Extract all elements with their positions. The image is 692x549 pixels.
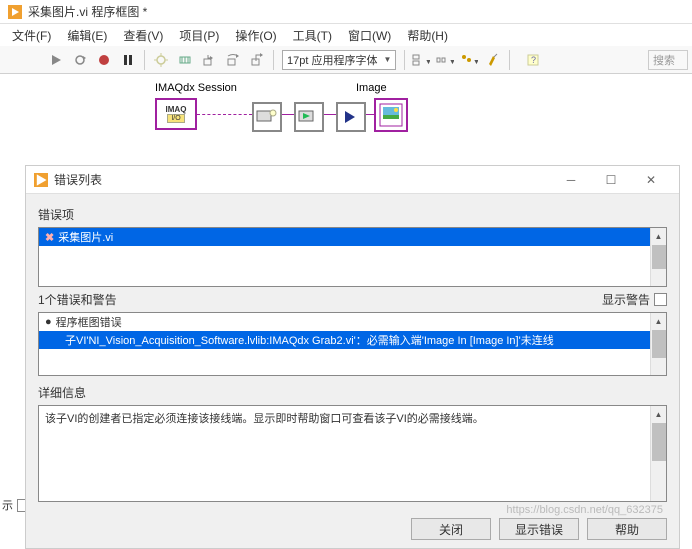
- dialog-button-bar: 关闭 显示错误 帮助: [26, 510, 679, 548]
- pause-button[interactable]: [117, 49, 139, 71]
- resize-button[interactable]: ▼: [458, 49, 480, 71]
- highlight-button[interactable]: [150, 49, 172, 71]
- scroll-up-icon[interactable]: ▲: [651, 313, 666, 329]
- toolbar-separator: [144, 50, 145, 70]
- block-diagram[interactable]: IMAQdx Session Image IMAQ I/O: [0, 74, 692, 164]
- svg-text:?: ?: [531, 55, 536, 65]
- menu-operate[interactable]: 操作(O): [227, 25, 284, 46]
- vi-node-2[interactable]: [294, 102, 324, 132]
- details-textbox[interactable]: 该子VI的创建者已指定必须连接该接线端。显示即时帮助窗口可查看该子VI的必需接线…: [38, 405, 667, 502]
- list-item[interactable]: ● 程序框图错误: [39, 313, 650, 331]
- scrollbar[interactable]: ▲: [650, 313, 666, 375]
- font-selector[interactable]: 17pt 应用程序字体: [282, 50, 396, 70]
- minimize-button[interactable]: ─: [551, 166, 591, 194]
- context-help-button[interactable]: ?: [522, 49, 544, 71]
- wire: [282, 114, 294, 115]
- image-indicator-node[interactable]: [374, 98, 408, 132]
- distribute-button[interactable]: ▼: [434, 49, 456, 71]
- scroll-thumb[interactable]: [652, 423, 666, 461]
- show-warnings-label: 显示警告: [602, 291, 650, 308]
- wire: [197, 114, 252, 115]
- list-item[interactable]: ✖ 采集图片.vi: [39, 228, 650, 246]
- wire: [324, 114, 336, 115]
- run-continuous-button[interactable]: [69, 49, 91, 71]
- search-input[interactable]: 搜索: [648, 50, 688, 70]
- scrollbar[interactable]: ▲: [650, 406, 666, 501]
- error-list-dialog: 错误列表 ─ ☐ ✕ 错误项 ✖ 采集图片.vi ▲ 1个错误和警告 显示警告: [25, 165, 680, 549]
- dialog-title: 错误列表: [54, 171, 102, 188]
- menu-view[interactable]: 查看(V): [115, 25, 171, 46]
- image-label: Image: [356, 82, 387, 94]
- help-button[interactable]: 帮助: [587, 518, 667, 540]
- scrollbar[interactable]: ▲: [650, 228, 666, 286]
- abort-button[interactable]: [93, 49, 115, 71]
- scroll-up-icon[interactable]: ▲: [651, 406, 666, 422]
- dialog-titlebar: 错误列表 ─ ☐ ✕: [26, 166, 679, 194]
- svg-text:▼: ▼: [449, 59, 454, 66]
- scroll-thumb[interactable]: [652, 245, 666, 269]
- menu-bar: 文件(F) 编辑(E) 查看(V) 项目(P) 操作(O) 工具(T) 窗口(W…: [0, 24, 692, 46]
- maximize-button[interactable]: ☐: [591, 166, 631, 194]
- toolbar-separator: [273, 50, 274, 70]
- align-button[interactable]: ▼: [410, 49, 432, 71]
- list-item[interactable]: 子VI'NI_Vision_Acquisition_Software.lvlib…: [39, 331, 650, 349]
- wire: [366, 114, 374, 115]
- step-into-button[interactable]: [198, 49, 220, 71]
- dialog-icon: [34, 173, 48, 187]
- step-out-button[interactable]: [246, 49, 268, 71]
- error-details-list[interactable]: ● 程序框图错误 子VI'NI_Vision_Acquisition_Softw…: [38, 312, 667, 376]
- window-title: 采集图片.vi 程序框图 *: [28, 3, 147, 20]
- details-section-label: 详细信息: [38, 384, 667, 401]
- close-button[interactable]: 关闭: [411, 518, 491, 540]
- menu-help[interactable]: 帮助(H): [399, 25, 456, 46]
- scroll-up-icon[interactable]: ▲: [651, 228, 666, 244]
- close-button[interactable]: ✕: [631, 166, 671, 194]
- vi-node-3[interactable]: [336, 102, 366, 132]
- menu-edit[interactable]: 编辑(E): [59, 25, 115, 46]
- show-warnings-checkbox[interactable]: [654, 293, 667, 306]
- retain-wire-button[interactable]: [174, 49, 196, 71]
- error-items-list[interactable]: ✖ 采集图片.vi ▲: [38, 227, 667, 287]
- show-error-button[interactable]: 显示错误: [499, 518, 579, 540]
- window-titlebar: 采集图片.vi 程序框图 *: [0, 0, 692, 24]
- cleanup-button[interactable]: [482, 49, 504, 71]
- error-count-label: 1个错误和警告: [38, 291, 117, 308]
- bullet-icon: ●: [45, 316, 52, 328]
- step-over-button[interactable]: [222, 49, 244, 71]
- menu-file[interactable]: 文件(F): [4, 25, 59, 46]
- error-x-icon: ✖: [45, 231, 54, 244]
- app-icon: [8, 5, 22, 19]
- toolbar-separator: [404, 50, 405, 70]
- vi-node-1[interactable]: [252, 102, 282, 132]
- menu-project[interactable]: 项目(P): [171, 25, 227, 46]
- imaqdx-session-node[interactable]: IMAQ I/O: [155, 98, 197, 130]
- toolbar-separator: [509, 50, 510, 70]
- scroll-thumb[interactable]: [652, 330, 666, 358]
- menu-window[interactable]: 窗口(W): [340, 25, 399, 46]
- errors-section-label: 错误项: [38, 206, 667, 223]
- run-button[interactable]: [45, 49, 67, 71]
- session-label: IMAQdx Session: [155, 82, 237, 94]
- svg-text:▼: ▼: [425, 59, 430, 66]
- toolbar: 17pt 应用程序字体 ▼ ▼ ▼ ? 搜索: [0, 46, 692, 74]
- menu-tools[interactable]: 工具(T): [285, 25, 340, 46]
- svg-text:▼: ▼: [473, 59, 478, 66]
